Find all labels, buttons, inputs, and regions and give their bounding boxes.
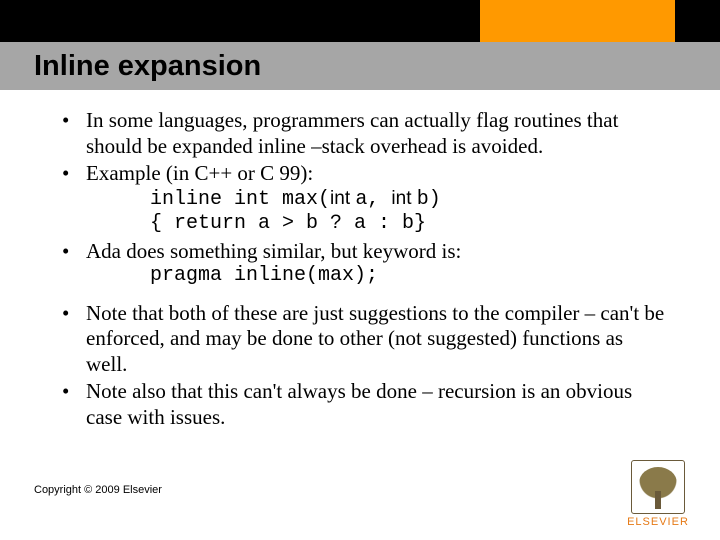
bullet-list: Note that both of these are just suggest… bbox=[58, 301, 668, 431]
elsevier-logo: ELSEVIER bbox=[618, 460, 698, 528]
bullet-item: Example (in C++ or C 99): inline int max… bbox=[58, 161, 668, 236]
content-area: In some languages, programmers can actua… bbox=[58, 108, 668, 433]
code-block: inline int max(int a, int b) { return a … bbox=[150, 187, 668, 237]
code-text: { return a > b ? a : b} bbox=[150, 212, 426, 235]
bullet-item: Note also that this can't always be done… bbox=[58, 379, 668, 430]
code-text: a, bbox=[355, 188, 391, 211]
bullet-text: Ada does something similar, but keyword … bbox=[86, 239, 461, 263]
bullet-item: In some languages, programmers can actua… bbox=[58, 108, 668, 159]
bullet-item: Ada does something similar, but keyword … bbox=[58, 239, 668, 289]
elsevier-wordmark: ELSEVIER bbox=[618, 516, 698, 528]
elsevier-tree-icon bbox=[631, 460, 685, 514]
copyright-text: Copyright © 2009 Elsevier bbox=[34, 484, 162, 496]
code-text: pragma inline(max); bbox=[150, 264, 378, 287]
bullet-text: In some languages, programmers can actua… bbox=[86, 108, 618, 158]
code-text: inline int max( bbox=[150, 188, 330, 211]
code-text: int bbox=[391, 188, 416, 209]
code-text: b) bbox=[417, 188, 441, 211]
slide-title: Inline expansion bbox=[34, 50, 261, 83]
bullet-text: Note that both of these are just suggest… bbox=[86, 301, 664, 376]
header-orange-block bbox=[480, 0, 675, 42]
code-block: pragma inline(max); bbox=[150, 264, 668, 288]
bullet-text: Note also that this can't always be done… bbox=[86, 379, 632, 429]
code-text: int bbox=[330, 188, 355, 209]
title-bar: Inline expansion bbox=[0, 42, 720, 90]
bullet-list: In some languages, programmers can actua… bbox=[58, 108, 668, 289]
bullet-item: Note that both of these are just suggest… bbox=[58, 301, 668, 378]
bullet-text: Example (in C++ or C 99): bbox=[86, 161, 313, 185]
